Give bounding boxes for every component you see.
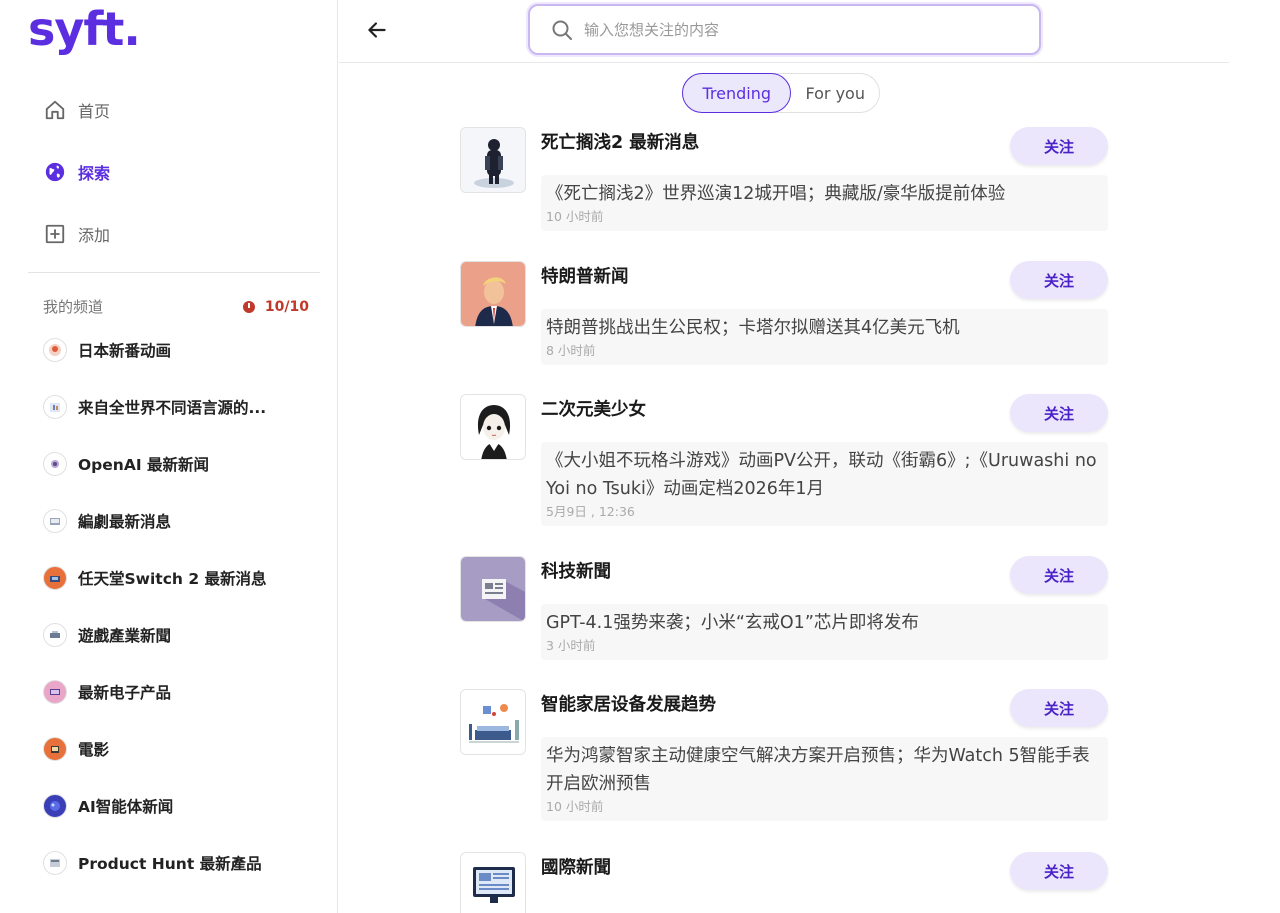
channel-avatar xyxy=(43,851,67,875)
feed-tabs: Trending For you xyxy=(682,73,880,113)
follow-button[interactable]: 关注 xyxy=(1010,852,1108,890)
channel-list: 日本新番动画 来自全世界不同语言源的... OpenAI 最新新闻 編劇最新消息… xyxy=(43,335,323,905)
nav-item-explore[interactable]: 探索 xyxy=(42,154,322,190)
channel-item[interactable]: 編劇最新消息 xyxy=(43,506,323,536)
channel-avatar xyxy=(43,338,67,362)
news-summary[interactable]: GPT-4.1强势来袭；小米“玄戒O1”芯片即将发布 3 小时前 xyxy=(541,604,1108,660)
channel-item[interactable]: AI智能体新闻 xyxy=(43,791,323,821)
topic-title[interactable]: 國際新聞 xyxy=(541,854,611,879)
top-bar xyxy=(339,0,1229,63)
follow-button[interactable]: 关注 xyxy=(1010,689,1108,727)
topic-thumbnail[interactable] xyxy=(460,127,526,193)
tab-for-you[interactable]: For you xyxy=(791,74,879,112)
nav-label-add: 添加 xyxy=(78,226,111,245)
channel-item[interactable]: 来自全世界不同语言源的... xyxy=(43,392,323,422)
news-summary[interactable]: 华为鸿蒙智家主动健康空气解决方案开启预售；华为Watch 5智能手表开启欧洲预售… xyxy=(541,737,1108,821)
channel-avatar xyxy=(43,794,67,818)
feed-card: 死亡搁浅2 最新消息 关注 《死亡搁浅2》世界巡演12城开唱；典藏版/豪华版提前… xyxy=(460,127,1110,231)
feed-card: 特朗普新闻 关注 特朗普挑战出生公民权；卡塔尔拟赠送其4亿美元飞机 8 小时前 xyxy=(460,261,1110,365)
channel-avatar xyxy=(43,737,67,761)
sidebar: syft. 首页 探索 添加 我的频道 10/10 日本新番动画 来自全世界不同… xyxy=(0,0,338,913)
news-headline: GPT-4.1强势来袭；小米“玄戒O1”芯片即将发布 xyxy=(546,613,919,633)
plus-square-icon xyxy=(42,221,68,247)
follow-button[interactable]: 关注 xyxy=(1010,261,1108,299)
channels-title: 我的频道 xyxy=(43,298,104,316)
search-box[interactable] xyxy=(528,4,1041,55)
channel-avatar xyxy=(43,680,67,704)
syft-logo[interactable]: syft. xyxy=(28,2,141,56)
search-icon xyxy=(550,18,574,42)
channel-item[interactable]: Product Hunt 最新產品 xyxy=(43,848,323,878)
topic-thumbnail[interactable] xyxy=(460,689,526,755)
nav-item-home[interactable]: 首页 xyxy=(42,92,322,128)
news-timestamp: 5月9日 , 12:36 xyxy=(546,504,635,519)
channel-name: AI智能体新闻 xyxy=(78,798,174,816)
channel-item[interactable]: 任天堂Switch 2 最新消息 xyxy=(43,563,323,593)
channel-avatar xyxy=(43,509,67,533)
topic-thumbnail[interactable] xyxy=(460,556,526,622)
follow-button[interactable]: 关注 xyxy=(1010,127,1108,165)
topic-thumbnail[interactable] xyxy=(460,261,526,327)
nav-item-add[interactable]: 添加 xyxy=(42,216,322,252)
channels-count: 10/10 xyxy=(264,298,309,315)
topic-title[interactable]: 死亡搁浅2 最新消息 xyxy=(541,129,699,154)
feed-card: 智能家居设备发展趋势 关注 华为鸿蒙智家主动健康空气解决方案开启预售；华为Wat… xyxy=(460,689,1110,821)
topic-title[interactable]: 科技新聞 xyxy=(541,558,611,583)
news-headline: 特朗普挑战出生公民权；卡塔尔拟赠送其4亿美元飞机 xyxy=(546,318,960,338)
follow-button[interactable]: 关注 xyxy=(1010,394,1108,432)
channel-name: 電影 xyxy=(78,741,110,759)
feed-card: 國際新聞 关注 xyxy=(460,852,1110,913)
nav-label-explore: 探索 xyxy=(78,164,111,183)
search-input[interactable] xyxy=(584,20,1004,39)
channel-avatar xyxy=(43,623,67,647)
home-icon xyxy=(42,97,68,123)
channel-name: 遊戲產業新聞 xyxy=(78,627,172,645)
sidebar-divider xyxy=(28,272,320,273)
channel-item[interactable]: 電影 xyxy=(43,734,323,764)
nav-label-home: 首页 xyxy=(78,102,111,121)
channel-name: Product Hunt 最新產品 xyxy=(78,855,262,873)
channel-item[interactable]: 日本新番动画 xyxy=(43,335,323,365)
channel-avatar xyxy=(43,395,67,419)
tab-trending[interactable]: Trending xyxy=(682,73,792,113)
news-summary[interactable]: 特朗普挑战出生公民权；卡塔尔拟赠送其4亿美元飞机 8 小时前 xyxy=(541,309,1108,365)
news-headline: 《大小姐不玩格斗游戏》动画PV公开，联动《街霸6》;《Uruwashi no Y… xyxy=(546,451,1097,499)
globe-icon xyxy=(42,159,68,185)
topic-title[interactable]: 二次元美少女 xyxy=(541,396,646,421)
follow-button[interactable]: 关注 xyxy=(1010,556,1108,594)
channel-name: 任天堂Switch 2 最新消息 xyxy=(78,570,267,588)
news-timestamp: 10 小时前 xyxy=(546,209,604,224)
topic-title[interactable]: 特朗普新闻 xyxy=(541,263,629,288)
channel-name: 来自全世界不同语言源的... xyxy=(78,399,267,417)
channel-item[interactable]: OpenAI 最新新闻 xyxy=(43,449,323,479)
news-summary[interactable]: 《死亡搁浅2》世界巡演12城开唱；典藏版/豪华版提前体验 10 小时前 xyxy=(541,175,1108,231)
news-headline: 华为鸿蒙智家主动健康空气解决方案开启预售；华为Watch 5智能手表开启欧洲预售 xyxy=(546,746,1090,794)
channel-name: OpenAI 最新新闻 xyxy=(78,456,209,474)
channels-count-badge: 10/10 xyxy=(242,298,309,315)
news-timestamp: 10 小时前 xyxy=(546,799,604,814)
channel-name: 編劇最新消息 xyxy=(78,513,172,531)
news-summary[interactable]: 《大小姐不玩格斗游戏》动画PV公开，联动《街霸6》;《Uruwashi no Y… xyxy=(541,442,1108,526)
news-timestamp: 8 小时前 xyxy=(546,343,596,358)
topic-thumbnail[interactable] xyxy=(460,852,526,913)
channel-item[interactable]: 遊戲產業新聞 xyxy=(43,620,323,650)
back-arrow-icon[interactable] xyxy=(364,17,390,43)
channel-item[interactable]: 最新电子产品 xyxy=(43,677,323,707)
news-timestamp: 3 小时前 xyxy=(546,638,596,653)
channel-name: 最新电子产品 xyxy=(78,684,172,702)
alert-icon xyxy=(242,300,255,313)
channel-name: 日本新番动画 xyxy=(78,342,172,360)
channels-header: 我的频道 10/10 xyxy=(43,296,309,317)
topic-thumbnail[interactable] xyxy=(460,394,526,460)
news-headline: 《死亡搁浅2》世界巡演12城开唱；典藏版/豪华版提前体验 xyxy=(546,184,1006,204)
channel-avatar xyxy=(43,566,67,590)
feed-card: 二次元美少女 关注 《大小姐不玩格斗游戏》动画PV公开，联动《街霸6》;《Uru… xyxy=(460,394,1110,526)
channel-avatar xyxy=(43,452,67,476)
main-nav: 首页 探索 添加 xyxy=(42,92,322,278)
feed-card: 科技新聞 关注 GPT-4.1强势来袭；小米“玄戒O1”芯片即将发布 3 小时前 xyxy=(460,556,1110,660)
topic-title[interactable]: 智能家居设备发展趋势 xyxy=(541,691,716,716)
